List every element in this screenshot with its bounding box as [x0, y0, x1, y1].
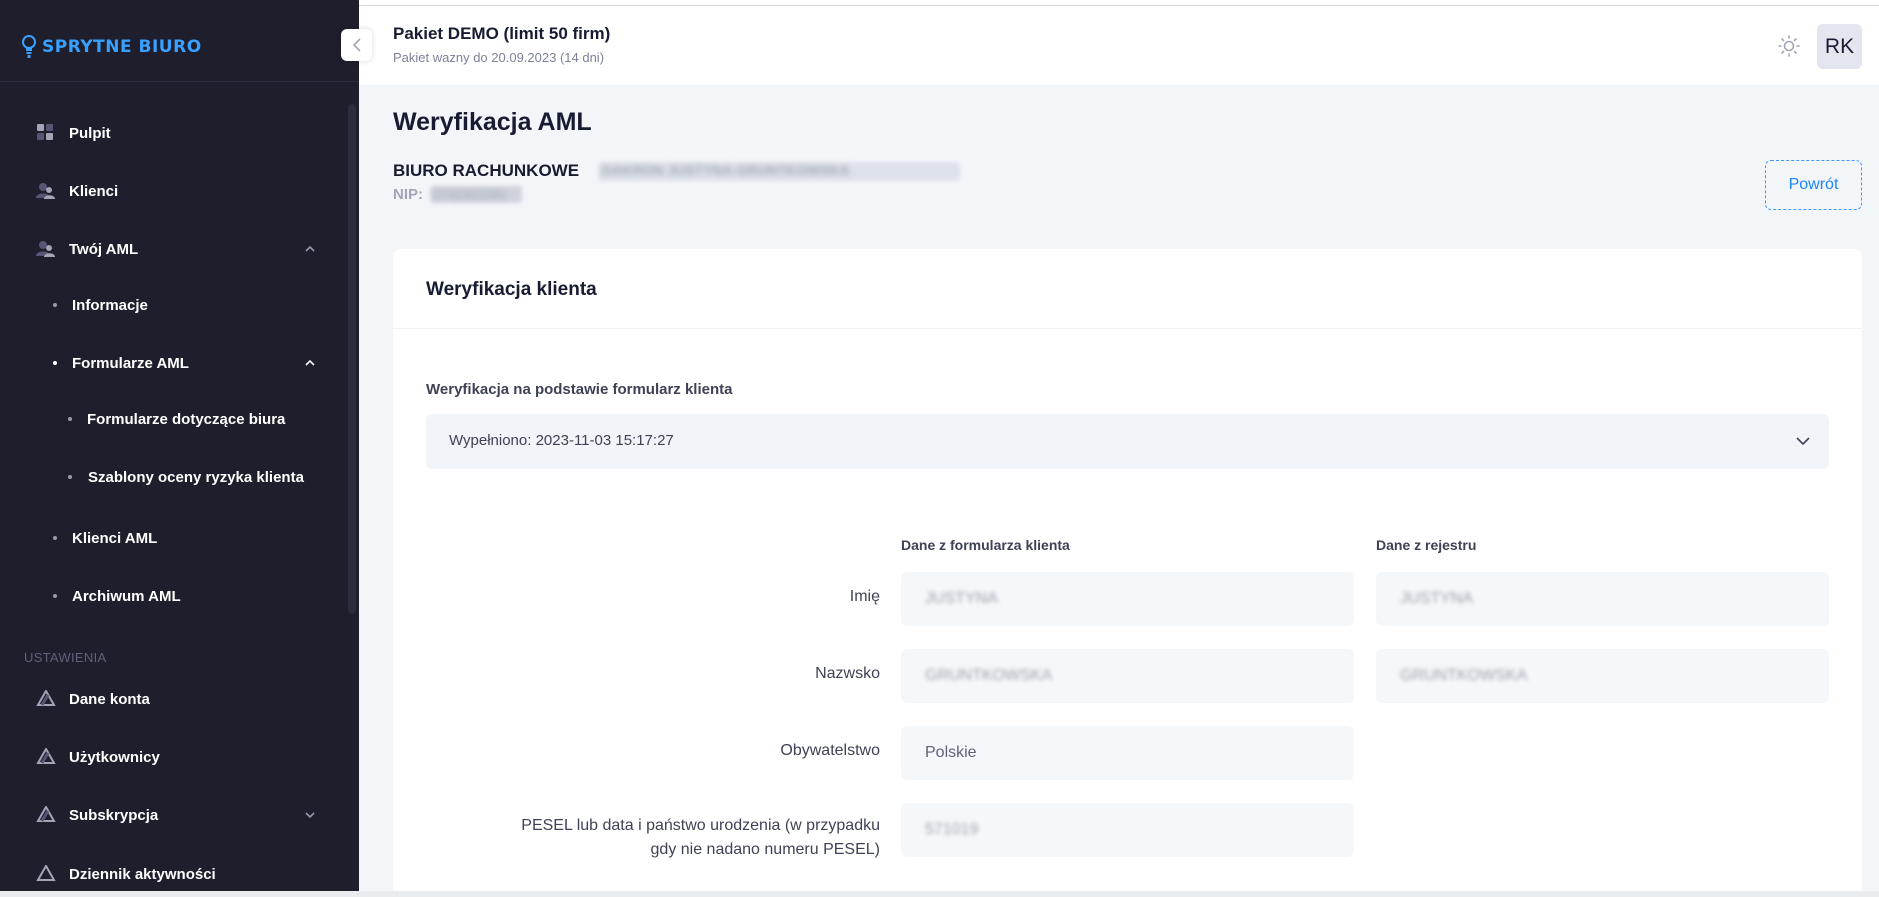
sidebar-item-klienci[interactable]: Klienci [0, 171, 340, 211]
office-name-visible: BIURO RACHUNKOWE [393, 161, 580, 180]
sidebar-item-dane-konta[interactable]: Dane konta [0, 679, 340, 719]
users-icon [36, 183, 55, 199]
sidebar-item-label: Informacje [72, 296, 148, 314]
sidebar-item-pulpit[interactable]: Pulpit [0, 113, 340, 153]
theme-toggle-button[interactable] [1773, 30, 1805, 62]
sidebar-item-label: Dziennik aktywności [69, 865, 216, 883]
brand-name: SPRYTNE BIURO [42, 37, 202, 57]
sidebar-item-label: Dane konta [69, 690, 150, 708]
nip-redacted: 5742321591 [430, 186, 522, 203]
sidebar-item-label: Szablony oceny ryzyka klienta [88, 468, 304, 486]
back-button[interactable]: Powrót [1765, 160, 1862, 210]
sidebar-item-klienci-aml[interactable]: Klienci AML [0, 518, 340, 558]
column-header-form: Dane z formularza klienta [901, 537, 1070, 553]
layers-icon [36, 806, 56, 822]
logo[interactable]: SPRYTNE BIURO [20, 34, 202, 60]
field-nazwisko-form[interactable]: GRUNTKOWSKA [901, 649, 1354, 703]
bullet-icon [68, 475, 72, 479]
sidebar-item-label: Pulpit [69, 124, 111, 142]
field-pesel-form[interactable]: 571019 [901, 803, 1354, 857]
package-validity: Pakiet wazny do 20.09.2023 (14 dni) [393, 50, 605, 65]
nip: NIP: [393, 186, 423, 203]
layers-icon [36, 865, 56, 881]
layers-icon [36, 748, 56, 764]
field-nazwisko-registry[interactable]: GRUNTKOWSKA [1376, 649, 1829, 703]
sun-icon [1778, 35, 1800, 57]
sidebar-item-formularze-aml[interactable]: Formularze AML [0, 343, 340, 383]
package-title: Pakiet DEMO (limit 50 firm) [393, 24, 611, 43]
chevron-up-icon [305, 359, 315, 366]
lightbulb-icon [22, 35, 36, 58]
sidebar-item-formularze-biura[interactable]: Formularze dotyczące biura [0, 399, 340, 439]
sidebar-item-twoj-aml[interactable]: Twój AML [0, 229, 340, 269]
dashboard-icon [37, 124, 53, 140]
sidebar-item-label: Formularze AML [72, 354, 189, 372]
form-select[interactable]: Wypełniono: 2023-11-03 15:17:27 [426, 414, 1829, 469]
sidebar-item-label: Twój AML [69, 240, 139, 258]
chevron-down-icon [305, 812, 315, 819]
sidebar-item-szablony[interactable]: Szablony oceny ryzyka klienta [0, 457, 340, 497]
sidebar-item-label: Klienci [69, 182, 119, 200]
layers-icon [36, 690, 56, 706]
field-obywatelstwo-form[interactable]: Polskie [901, 726, 1354, 780]
office-name: BIURO RACHUNKOWE [393, 161, 579, 181]
field-imie-form[interactable]: JUSTYNA [901, 572, 1354, 626]
row-label-nazwisko: Nazwsko [815, 665, 880, 682]
sidebar-item-uzytkownicy[interactable]: Użytkownicy [0, 737, 340, 777]
sidebar-header: SPRYTNE BIURO [0, 6, 359, 82]
row-label-imie: Imię [849, 588, 880, 605]
bullet-icon [68, 417, 72, 421]
verification-card: Weryfikacja klienta Weryfikacja na podst… [393, 249, 1862, 897]
sidebar-item-informacje[interactable]: Informacje [0, 285, 340, 325]
bullet-icon [53, 361, 57, 365]
sidebar-collapse-button[interactable] [341, 29, 372, 61]
top-header: Pakiet DEMO (limit 50 firm) Pakiet wazny… [359, 6, 1879, 85]
avatar[interactable]: RK [1817, 24, 1862, 69]
office-name-redacted: DAKRON JUSTYNA GRUNTKOWSKA [598, 162, 960, 181]
sidebar-item-label: Formularze dotyczące biura [87, 410, 286, 428]
column-header-registry: Dane z rejestru [1376, 537, 1477, 553]
sidebar: SPRYTNE BIURO Pulpit Klienci Twój AML In… [0, 0, 359, 897]
bullet-icon [53, 536, 57, 540]
sidebar-item-label: Klienci AML [72, 529, 158, 547]
sidebar-item-archiwum-aml[interactable]: Archiwum AML [0, 576, 340, 616]
sidebar-item-label: Użytkownicy [69, 748, 160, 766]
card-header: Weryfikacja klienta [393, 249, 1862, 329]
nip-label: NIP: [393, 186, 423, 203]
row-label-obywatelstwo: Obywatelstwo [780, 742, 880, 759]
bottom-scrollbar-track [0, 891, 1879, 897]
sidebar-item-label: Archiwum AML [72, 587, 181, 605]
form-source-label: Weryfikacja na podstawie formularz klien… [426, 381, 733, 398]
sidebar-item-subskrypcja[interactable]: Subskrypcja [0, 795, 340, 835]
sidebar-item-dziennik[interactable]: Dziennik aktywności [0, 854, 340, 894]
sidebar-scrollbar[interactable] [348, 104, 356, 614]
chevron-down-icon [1796, 437, 1810, 446]
bullet-icon [53, 303, 57, 307]
row-label-pesel: PESEL lub data i państwo urodzenia (w pr… [521, 817, 880, 858]
bullet-icon [53, 594, 57, 598]
page-title: Weryfikacja AML [393, 108, 592, 136]
users-icon [36, 241, 55, 257]
chevron-up-icon [305, 245, 315, 252]
field-imie-registry[interactable]: JUSTYNA [1376, 572, 1829, 626]
form-select-value: Wypełniono: 2023-11-03 15:17:27 [449, 432, 674, 449]
section-title-settings: USTAWIENIA [24, 650, 107, 665]
card-title: Weryfikacja klienta [426, 279, 597, 300]
chevron-left-icon [352, 38, 361, 52]
sidebar-item-label: Subskrypcja [69, 806, 159, 824]
